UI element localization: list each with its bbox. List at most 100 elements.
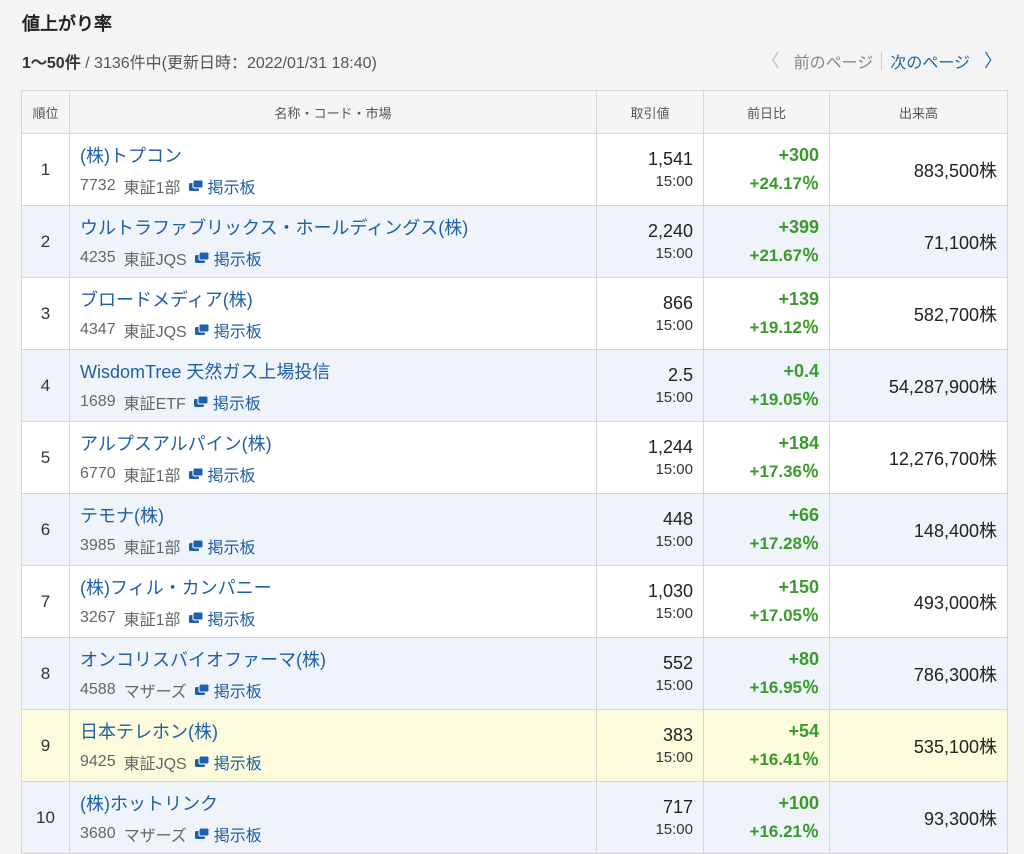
price-cell: 448 15:00 [596,493,704,566]
change-cell: +80 +16.95％ [703,637,830,710]
name-cell: (株)フィル・カンパニー 3267 東証1部 掲示板 [69,565,597,638]
next-page-label: 次のページ [890,55,970,72]
message-board-label: 掲示板 [207,467,256,485]
price-time: 15:00 [655,389,693,406]
stock-code: 9425 [80,752,116,770]
column-header-rank: 順位 [21,90,70,134]
stock-market: マザーズ [123,827,187,845]
stock-market: マザーズ [123,683,187,701]
stock-name-link[interactable]: オンコリスバイオファーマ(株) [80,646,596,672]
change-amount: +80 [788,649,819,669]
price-cell: 383 15:00 [596,709,704,782]
stock-market: 東証1部 [123,539,181,557]
stock-name-link[interactable]: WisdomTree 天然ガス上場投信 [80,358,596,384]
message-board-label: 掲示板 [212,395,261,413]
price-value: 2,240 [647,221,693,241]
table-row: 9 日本テレホン(株) 9425 東証JQS 掲示板 383 15:00 +54 +16.41％… [21,709,1008,782]
rank-cell: 9 [21,709,70,782]
message-board-link[interactable]: 掲示板 [194,246,262,270]
message-board-link[interactable]: 掲示板 [193,390,261,414]
name-cell: テモナ(株) 3985 東証1部 掲示板 [69,493,597,566]
stock-code: 7732 [80,176,116,194]
column-header-price: 取引値 [596,90,704,134]
stock-code: 4235 [80,248,116,266]
change-amount: +100 [778,793,819,813]
change-cell: +0.4 +19.05％ [703,349,830,422]
stock-name-link[interactable]: (株)ホットリンク [80,790,596,816]
message-board-icon [193,395,208,407]
pagination: 〈 前のページ 次のページ 〉 [762,49,1002,73]
message-board-link[interactable]: 掲示板 [194,750,262,774]
volume-cell: 883,500株 [829,133,1008,206]
name-cell: アルプスアルパイン(株) 6770 東証1部 掲示板 [69,421,597,494]
stock-name-link[interactable]: ウルトラファブリックス・ホールディングス(株) [80,214,596,240]
change-percent: +17.36％ [749,462,819,481]
stock-name-link[interactable]: 日本テレホン(株) [80,718,596,744]
change-percent: +19.05％ [749,390,819,409]
change-cell: +100 +16.21％ [703,781,830,854]
stock-meta: 4588 マザーズ 掲示板 [80,678,596,702]
page-title: 値上がり率 [22,14,112,34]
change-percent: +17.05％ [749,606,819,625]
price-cell: 1,541 15:00 [596,133,704,206]
stock-market: 東証JQS [123,755,187,773]
result-summary: 1〜50件 / 3136件中(更新日時：2022/01/31 18:40) [22,49,377,73]
name-cell: (株)ホットリンク 3680 マザーズ 掲示板 [69,781,597,854]
name-cell: 日本テレホン(株) 9425 東証JQS 掲示板 [69,709,597,782]
volume-cell: 12,276,700株 [829,421,1008,494]
stock-name-link[interactable]: テモナ(株) [80,502,596,528]
stock-meta: 4347 東証JQS 掲示板 [80,318,596,342]
change-cell: +150 +17.05％ [703,565,830,638]
volume-cell: 493,000株 [829,565,1008,638]
change-amount: +0.4 [783,361,819,381]
change-percent: +16.41％ [749,750,819,769]
stock-meta: 6770 東証1部 掲示板 [80,462,596,486]
next-page-link[interactable]: 次のページ 〉 [890,49,1002,73]
table-row: 3 ブロードメディア(株) 4347 東証JQS 掲示板 866 15:00 +139 +19.… [21,277,1008,350]
stock-meta: 4235 東証JQS 掲示板 [80,246,596,270]
message-board-label: 掲示板 [207,611,256,629]
stock-meta: 3985 東証1部 掲示板 [80,534,596,558]
message-board-link[interactable]: 掲示板 [194,318,262,342]
change-percent: +16.95％ [749,678,819,697]
change-amount: +184 [778,433,819,453]
change-amount: +66 [788,505,819,525]
stock-name-link[interactable]: ブロードメディア(株) [80,286,596,312]
price-time: 15:00 [655,245,693,262]
table-row: 5 アルプスアルパイン(株) 6770 東証1部 掲示板 1,244 15:00 +184 +1… [21,421,1008,494]
message-board-link[interactable]: 掲示板 [188,534,256,558]
price-cell: 866 15:00 [596,277,704,350]
message-board-label: 掲示板 [213,827,262,845]
change-percent: +17.28％ [749,534,819,553]
prev-page-label: 前のページ [793,55,874,72]
stock-meta: 9425 東証JQS 掲示板 [80,750,596,774]
message-board-label: 掲示板 [213,755,262,773]
stock-name-link[interactable]: (株)フィル・カンパニー [80,574,596,600]
volume-cell: 786,300株 [829,637,1008,710]
stock-market: 東証1部 [123,611,181,629]
change-amount: +150 [778,577,819,597]
message-board-link[interactable]: 掲示板 [188,462,256,486]
message-board-link[interactable]: 掲示板 [194,822,262,846]
summary-range: 1〜50件 [22,55,81,72]
price-value: 383 [662,725,693,745]
stock-name-link[interactable]: アルプスアルパイン(株) [80,430,596,456]
price-cell: 2,240 15:00 [596,205,704,278]
table-row: 7 (株)フィル・カンパニー 3267 東証1部 掲示板 1,030 15:00 +150 +1… [21,565,1008,638]
stock-market: 東証ETF [123,395,186,413]
message-board-label: 掲示板 [213,683,262,701]
change-cell: +66 +17.28％ [703,493,830,566]
rank-cell: 4 [21,349,70,422]
stock-code: 3680 [80,824,116,842]
message-board-link[interactable]: 掲示板 [188,174,256,198]
stock-market: 東証1部 [123,467,181,485]
stock-name-link[interactable]: (株)トプコン [80,142,596,168]
message-board-link[interactable]: 掲示板 [194,678,262,702]
column-header-volume: 出来高 [829,90,1008,134]
prev-page-link[interactable]: 〈 前のページ [762,49,874,73]
change-percent: +21.67％ [749,246,819,265]
change-cell: +139 +19.12％ [703,277,830,350]
price-value: 448 [662,509,693,529]
message-board-link[interactable]: 掲示板 [188,606,256,630]
name-cell: (株)トプコン 7732 東証1部 掲示板 [69,133,597,206]
